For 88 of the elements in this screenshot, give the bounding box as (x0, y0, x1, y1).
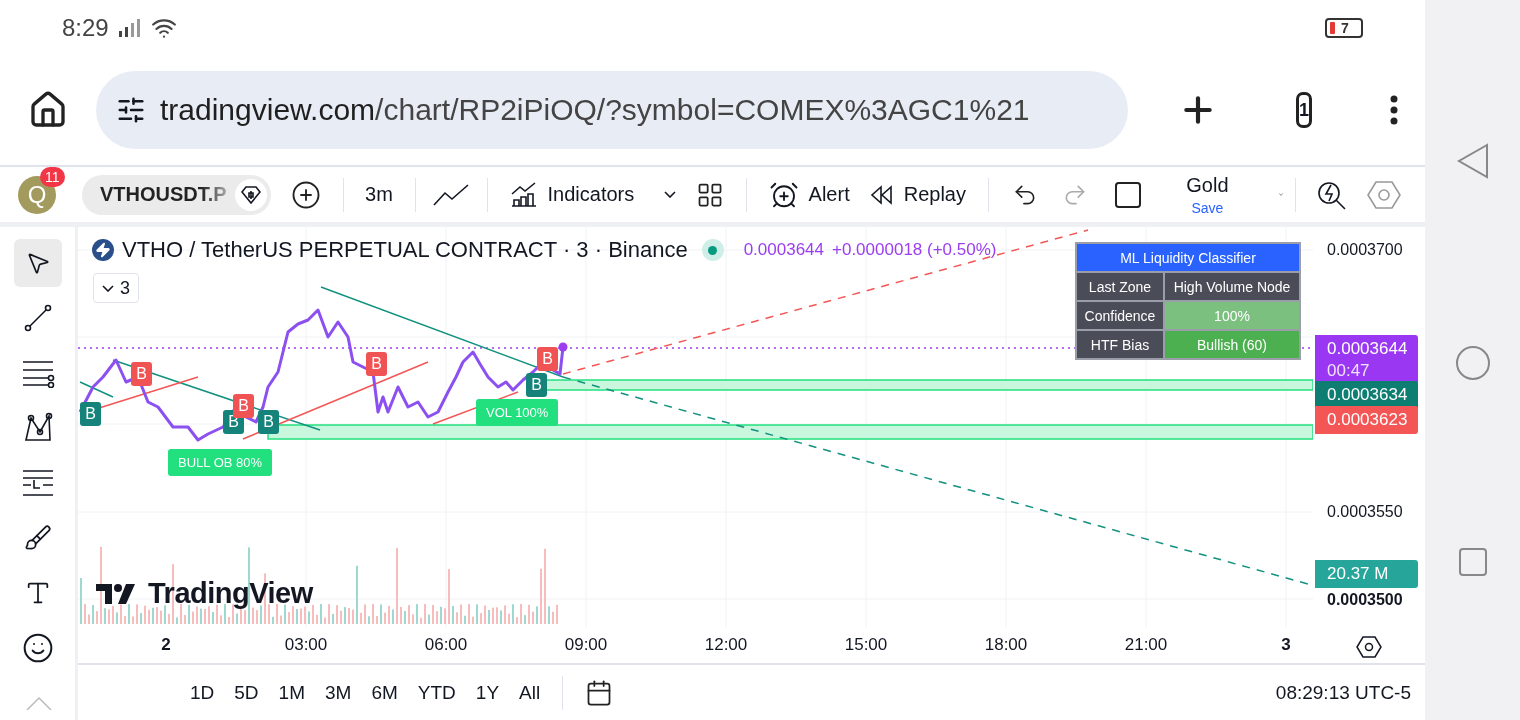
chart-clock: 08:29:13 UTC-5 (1275, 681, 1411, 704)
signal-marker: B (537, 347, 558, 371)
url-host: tradingview.com (160, 93, 376, 127)
symbol-title: VTHO / TetherUS PERPETUAL CONTRACT · 3 · Binance (122, 237, 688, 263)
time-axis-label: 21:00 (1124, 635, 1168, 655)
indicators-icon (509, 181, 538, 208)
zone-label: VOL 100% (476, 399, 559, 426)
home-icon (28, 90, 68, 130)
last-price-dot (558, 342, 568, 352)
caret-icon (1278, 191, 1283, 198)
layout-menu-button[interactable]: Gold Save (1176, 173, 1239, 216)
signal-marker: B (131, 362, 152, 386)
price-tag: 0.0003634 (1315, 381, 1418, 409)
rewind-icon (869, 184, 894, 205)
signal-marker: B (233, 394, 254, 418)
time-axis-label: 06:00 (424, 635, 468, 655)
indicators-button[interactable]: Indicators (499, 174, 687, 215)
line-tool-icon (22, 303, 53, 333)
url-path: /chart/RP2iPiOQ/?symbol=COMEX%3AGC1%21 (375, 93, 1030, 127)
time-axis-label: 18:00 (984, 635, 1028, 655)
signal-icon (118, 18, 141, 37)
home-nav-icon (1454, 345, 1491, 381)
table-cell: Last Zone (1077, 273, 1163, 300)
time-axis-label: 12:00 (704, 635, 748, 655)
signal-marker: B (258, 410, 279, 434)
range-button[interactable]: All (509, 681, 551, 704)
compare-button[interactable] (290, 179, 321, 210)
plus-circle-icon (290, 179, 321, 210)
range-button[interactable]: 6M (361, 681, 408, 704)
legend-collapse-button[interactable]: 3 (93, 273, 139, 303)
last-price: 0.0003644 (743, 240, 824, 260)
home-button[interactable] (28, 90, 68, 130)
price-scale-label: 0.0003500 (1327, 591, 1403, 609)
table-cell: 100% (1165, 302, 1299, 329)
alert-button[interactable]: Alert (758, 174, 860, 215)
brush-icon (23, 524, 52, 552)
table-cell: High Volume Node (1165, 273, 1299, 300)
fib-lines-icon (20, 358, 55, 388)
time-axis-label: 2 (161, 635, 171, 655)
caret-icon (664, 191, 677, 198)
price-tag: 0.0003623 (1315, 406, 1418, 434)
range-button[interactable]: 1Y (465, 681, 510, 704)
menu-button[interactable] (1390, 95, 1398, 125)
range-button[interactable]: YTD (407, 681, 466, 704)
exchange-logo-icon (92, 239, 114, 261)
back-icon (1455, 143, 1490, 179)
market-status-icon (701, 239, 724, 261)
battery-icon: 7 (1325, 17, 1363, 38)
time-axis-label: 09:00 (564, 635, 608, 655)
range-button[interactable]: 1M (268, 681, 315, 704)
replay-button[interactable]: Replay (859, 174, 976, 215)
signal-marker: B (80, 402, 101, 426)
status-time: 8:29 (62, 13, 109, 42)
recents-icon (1457, 547, 1488, 577)
site-settings-icon (116, 95, 146, 125)
time-axis-label: 3 (1281, 635, 1291, 655)
range-button[interactable]: 5D (224, 681, 269, 704)
price-tag: 20.37 M (1315, 560, 1418, 588)
range-button[interactable]: 1D (180, 681, 225, 704)
axis-settings-icon (1356, 635, 1382, 659)
table-cell: Confidence (1077, 302, 1163, 329)
position-tool-icon (20, 468, 55, 498)
signal-marker: B (526, 373, 547, 397)
price-scale-label: 0.0003550 (1327, 503, 1403, 521)
drawing-tool[interactable] (13, 239, 62, 287)
caret-icon (102, 284, 114, 292)
emoji-icon (21, 632, 54, 664)
time-axis-label: 03:00 (284, 635, 328, 655)
search-icon (1317, 179, 1347, 210)
table-cell: Bullish (60) (1165, 331, 1299, 358)
price-change: +0.0000018 (+0.50%) (832, 240, 997, 260)
time-axis-label: 15:00 (844, 635, 888, 655)
price-scale-label: 0.0003700 (1327, 241, 1403, 259)
line-chart-icon (433, 182, 470, 207)
address-bar[interactable]: tradingview.com/chart/RP2iPiOQ/?symbol=COMEX%3AGC1%21 (96, 71, 1128, 149)
symbol-search[interactable]: VTHOUSDT.P (82, 174, 271, 215)
range-button[interactable]: 3M (315, 681, 362, 704)
diamond-icon (240, 185, 261, 204)
zone-label: BULL OB 80% (168, 449, 273, 476)
notification-badge: 11 (40, 166, 65, 187)
interval-button[interactable]: 3m (355, 174, 403, 215)
table-title: ML Liquidity Classifier (1077, 244, 1299, 271)
signal-marker: B (366, 352, 387, 376)
table-cell: HTF Bias (1077, 331, 1163, 358)
hexagon-icon (1367, 179, 1401, 210)
tab-switcher-button[interactable]: 1 (1296, 92, 1312, 128)
menu-icon (1390, 95, 1398, 125)
chart-watermark: TradingView (148, 577, 313, 610)
